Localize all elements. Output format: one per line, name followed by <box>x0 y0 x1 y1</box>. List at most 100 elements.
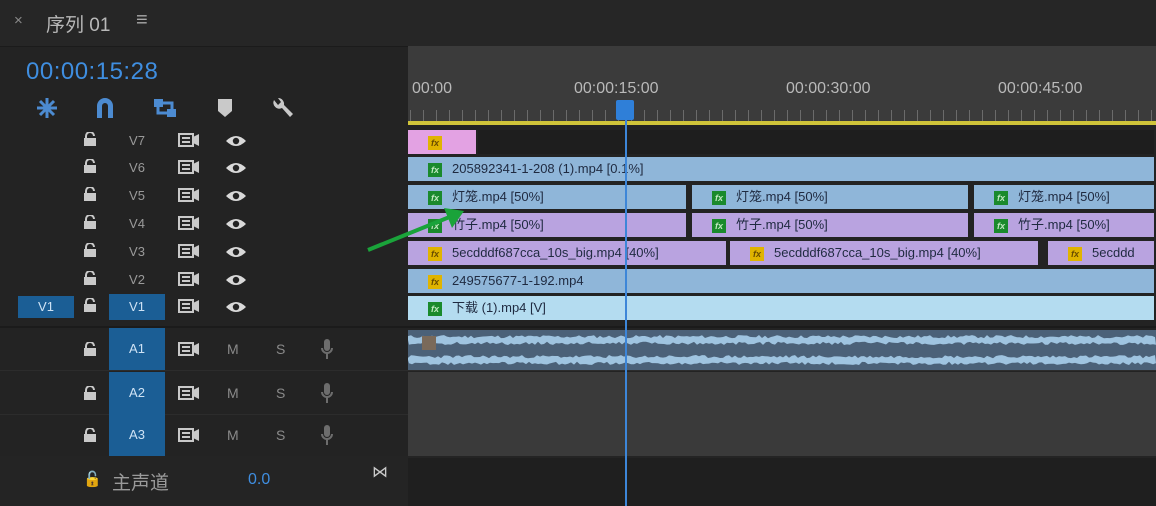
toggle-output-eye-icon[interactable] <box>225 189 247 203</box>
video-clip[interactable]: fx 竹子.mp4 [50%] <box>692 213 968 237</box>
track-area-v6[interactable]: fx 205892341-1-208 (1).mp4 [0.1%] <box>408 156 1156 182</box>
sync-lock-icon[interactable] <box>178 299 200 313</box>
playhead-handle[interactable] <box>616 100 634 120</box>
sync-lock-icon[interactable] <box>178 272 200 286</box>
source-patch-v1[interactable]: V1 <box>18 296 74 318</box>
sync-lock-icon[interactable] <box>178 428 200 442</box>
linked-selection-icon[interactable] <box>150 96 180 122</box>
track-area-a3[interactable] <box>408 414 1156 456</box>
video-clip[interactable]: fx 灯笼.mp4 [50%] <box>974 185 1154 209</box>
empty-track-region[interactable] <box>478 130 1154 154</box>
toggle-output-eye-icon[interactable] <box>225 300 247 314</box>
voice-over-record-icon[interactable] <box>320 424 334 446</box>
video-clip[interactable]: fx 下载 (1).mp4 [V] <box>408 296 1154 320</box>
lock-icon[interactable] <box>83 158 99 173</box>
track-header-v2: V2 <box>0 267 408 293</box>
toggle-output-eye-icon[interactable] <box>225 245 247 259</box>
track-area-v1[interactable]: fx 下载 (1).mp4 [V] <box>408 295 1156 321</box>
track-name-v7[interactable]: V7 <box>109 128 165 154</box>
video-clip[interactable]: fx 5ecddd <box>1048 241 1154 265</box>
toggle-output-eye-icon[interactable] <box>225 273 247 287</box>
track-name-a2[interactable]: A2 <box>109 372 165 414</box>
video-clip[interactable]: fx <box>408 130 476 154</box>
lock-icon[interactable] <box>83 297 99 312</box>
toggle-output-eye-icon[interactable] <box>225 217 247 231</box>
track-header-a3: A3 M S <box>0 414 408 456</box>
video-clip[interactable]: fx 205892341-1-208 (1).mp4 [0.1%] <box>408 157 1154 181</box>
snap-icon[interactable] <box>32 96 62 122</box>
track-header-a1: A1 M S <box>0 328 408 370</box>
video-clip[interactable]: fx 灯笼.mp4 [50%] <box>692 185 968 209</box>
work-area-bar[interactable] <box>408 121 1156 125</box>
playhead-timecode[interactable]: 00:00:15:28 <box>26 58 158 86</box>
sync-lock-icon[interactable] <box>178 133 200 147</box>
master-lock-icon[interactable]: 🔓 <box>83 470 102 488</box>
track-header-v4: V4 <box>0 211 408 237</box>
fx-badge: fx <box>1068 246 1082 261</box>
wrench-icon[interactable] <box>268 96 298 122</box>
lock-icon[interactable] <box>83 131 99 146</box>
fx-badge: fx <box>994 190 1008 205</box>
track-name-v6[interactable]: V6 <box>109 155 165 181</box>
track-name-v2[interactable]: V2 <box>109 267 165 293</box>
solo-button[interactable]: S <box>276 341 285 357</box>
lock-icon[interactable] <box>83 214 99 229</box>
sync-lock-icon[interactable] <box>178 244 200 258</box>
playhead-line[interactable] <box>625 118 627 506</box>
track-name-a1[interactable]: A1 <box>109 328 165 370</box>
sync-lock-icon[interactable] <box>178 342 200 356</box>
toggle-output-eye-icon[interactable] <box>225 134 247 148</box>
lock-icon[interactable] <box>83 270 99 285</box>
track-area-v4[interactable]: fx 竹子.mp4 [50%] fx 竹子.mp4 [50%] fx 竹子.mp4 [50… <box>408 212 1156 238</box>
track-area-a2[interactable] <box>408 372 1156 414</box>
sync-lock-icon[interactable] <box>178 188 200 202</box>
close-tab-icon[interactable]: × <box>14 12 23 29</box>
audio-clip[interactable] <box>408 330 1156 370</box>
sync-lock-icon[interactable] <box>178 386 200 400</box>
lock-icon[interactable] <box>83 186 99 201</box>
track-area-v3[interactable]: fx 5ecdddf687cca_10s_big.mp4 [40%] fx 5ecdd… <box>408 240 1156 266</box>
fx-badge: fx <box>428 301 442 316</box>
sequence-tab-bar <box>0 0 1156 47</box>
voice-over-record-icon[interactable] <box>320 382 334 404</box>
lock-icon[interactable] <box>83 427 99 442</box>
track-name-a3[interactable]: A3 <box>109 414 165 456</box>
track-area-v5[interactable]: fx 灯笼.mp4 [50%] fx 灯笼.mp4 [50%] fx 灯笼.mp4 [50… <box>408 184 1156 210</box>
mute-button[interactable]: M <box>227 385 239 401</box>
clip-label: 249575677-1-192.mp4 <box>452 273 584 288</box>
sync-lock-icon[interactable] <box>178 160 200 174</box>
panel-menu-icon[interactable]: ≡ <box>136 9 148 32</box>
track-separator <box>0 370 1156 371</box>
marker-icon[interactable] <box>210 96 240 122</box>
video-clip[interactable]: fx 竹子.mp4 [50%] <box>974 213 1154 237</box>
magnet-icon[interactable] <box>90 96 120 122</box>
track-name-v5[interactable]: V5 <box>109 183 165 209</box>
clip-label: 205892341-1-208 (1).mp4 [0.1%] <box>452 161 644 176</box>
lock-icon[interactable] <box>83 242 99 257</box>
mute-button[interactable]: M <box>227 427 239 443</box>
solo-button[interactable]: S <box>276 427 285 443</box>
video-clip[interactable]: fx 249575677-1-192.mp4 <box>408 269 1154 293</box>
track-area-v7[interactable]: fx <box>408 129 1156 155</box>
track-header-v7: V7 <box>0 128 408 154</box>
track-name-v4[interactable]: V4 <box>109 211 165 237</box>
track-name-v3[interactable]: V3 <box>109 239 165 265</box>
track-area-v2[interactable]: fx 249575677-1-192.mp4 <box>408 268 1156 294</box>
sync-lock-icon[interactable] <box>178 216 200 230</box>
clip-label: 竹子.mp4 [50%] <box>1018 217 1110 232</box>
master-volume-value[interactable]: 0.0 <box>248 471 270 489</box>
track-name-v1[interactable]: V1 <box>109 294 165 320</box>
track-header-v5: V5 <box>0 183 408 209</box>
toggle-output-eye-icon[interactable] <box>225 161 247 175</box>
go-to-end-icon[interactable]: ⋈ <box>372 462 388 482</box>
mute-button[interactable]: M <box>227 341 239 357</box>
solo-button[interactable]: S <box>276 385 285 401</box>
track-header-a2: A2 M S <box>0 372 408 414</box>
master-track-area <box>408 458 1156 506</box>
ruler-label: 00:00:15:00 <box>574 80 659 97</box>
video-clip[interactable]: fx 5ecdddf687cca_10s_big.mp4 [40%] <box>730 241 1038 265</box>
lock-icon[interactable] <box>83 385 99 400</box>
lock-icon[interactable] <box>83 341 99 356</box>
sequence-tab-title[interactable]: 序列 01 <box>46 10 110 37</box>
voice-over-record-icon[interactable] <box>320 338 334 360</box>
